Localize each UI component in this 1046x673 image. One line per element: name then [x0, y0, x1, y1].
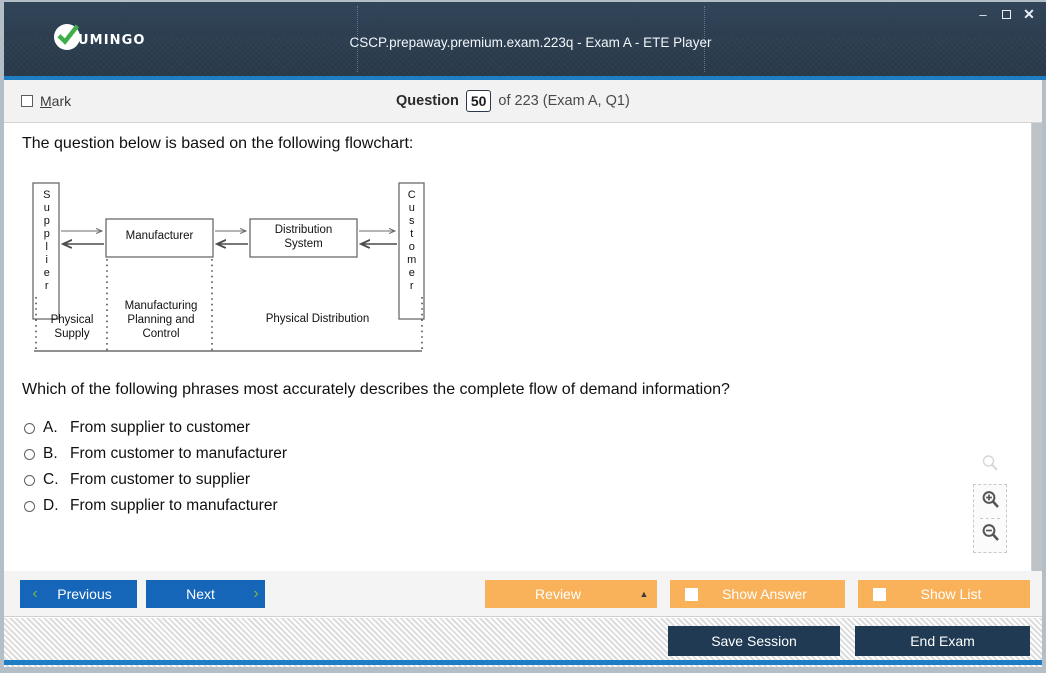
question-total-text: of 223 (Exam A, Q1) — [498, 93, 630, 109]
show-answer-checkbox[interactable] — [685, 587, 698, 601]
question-counter: Question 50 of 223 (Exam A, Q1) — [396, 90, 630, 112]
option-c-letter: C. — [43, 471, 59, 488]
previous-button-label: Previous — [57, 586, 112, 602]
zone-physical-supply-line2: Supply — [54, 328, 90, 340]
title-bar: UMINGO CSCP.prepaway.premium.exam.223q -… — [4, 2, 1046, 76]
close-icon[interactable]: ✕ — [1022, 7, 1036, 21]
zone-mpc-line1: Manufacturing — [124, 300, 198, 312]
flow-zone-mpc: Manufacturing Planning and Control — [111, 299, 211, 341]
review-button-label: Review — [535, 586, 581, 602]
zoom-tools — [973, 454, 1007, 553]
check-circle-icon — [54, 24, 80, 50]
navigation-button-bar: ‹ Previous Next › Review ▲ Show Answer S… — [4, 571, 1042, 617]
mark-accelerator: M — [40, 93, 52, 109]
zoom-in-icon[interactable] — [981, 490, 1000, 514]
option-b-letter: B. — [43, 445, 58, 462]
previous-button[interactable]: ‹ Previous — [20, 580, 137, 608]
next-button[interactable]: Next › — [146, 580, 265, 608]
option-d-letter: D. — [43, 497, 59, 514]
mark-checkbox[interactable]: Mark — [21, 93, 71, 109]
flow-zone-physical-distribution: Physical Distribution — [265, 313, 370, 325]
footer-accent-rule — [4, 660, 1042, 665]
option-c-text: From customer to supplier — [70, 471, 251, 488]
chevron-right-icon: › — [253, 585, 259, 602]
flow-node-manufacturer: Manufacturer — [125, 230, 194, 242]
content-right-frame — [1032, 123, 1042, 571]
flow-zone-physical-supply: Physical Supply — [36, 313, 108, 341]
zone-mpc-line2: Planning and — [127, 314, 195, 326]
radio-option-c[interactable] — [24, 474, 35, 486]
flow-node-distribution-line2: System — [284, 238, 323, 250]
option-d-text: From supplier to manufacturer — [70, 497, 278, 514]
show-list-button[interactable]: Show List — [858, 580, 1030, 608]
show-list-label: Show List — [920, 586, 982, 602]
vumingo-logo: UMINGO — [54, 24, 149, 50]
question-prompt: Which of the following phrases most accu… — [22, 381, 730, 398]
flow-node-distribution: Distribution System — [250, 223, 357, 251]
option-a-text: From supplier to customer — [70, 419, 251, 436]
radio-option-d[interactable] — [24, 500, 35, 512]
mark-rest: ark — [51, 93, 72, 109]
show-list-checkbox[interactable] — [873, 587, 886, 601]
flow-node-distribution-line1: Distribution — [274, 224, 333, 236]
ete-player-window: UMINGO CSCP.prepaway.premium.exam.223q -… — [0, 0, 1046, 673]
flow-node-customer: Customer — [405, 189, 418, 293]
supply-chain-flowchart: Supplier Manufacturer Distribution Syste… — [28, 179, 428, 361]
radio-option-b[interactable] — [24, 448, 35, 460]
radio-option-a[interactable] — [24, 422, 35, 434]
option-b-text: From customer to manufacturer — [70, 445, 288, 462]
answer-option-b[interactable]: B. From customer to manufacturer — [24, 445, 287, 463]
answer-option-a[interactable]: A. From supplier to customer — [24, 419, 287, 437]
chevron-left-icon: ‹ — [32, 585, 38, 602]
minimize-icon[interactable]: – — [976, 7, 990, 21]
question-counter-label: Question — [396, 93, 459, 109]
zoom-panel-divider — [980, 518, 1000, 519]
caret-up-icon: ▲ — [639, 589, 649, 599]
mark-label: Mark — [40, 93, 71, 109]
next-button-label: Next — [186, 586, 215, 602]
end-exam-button[interactable]: End Exam — [855, 626, 1030, 656]
intro-text: The question below is based on the follo… — [22, 135, 414, 152]
magnifier-icon — [981, 454, 999, 477]
zoom-buttons-panel — [973, 484, 1007, 553]
zone-physical-supply-line1: Physical — [50, 314, 94, 326]
review-dropdown-button[interactable]: Review ▲ — [485, 580, 657, 608]
question-status-bar: Mark Question 50 of 223 (Exam A, Q1) — [4, 80, 1042, 123]
zoom-out-icon[interactable] — [981, 523, 1000, 547]
flow-node-supplier: Supplier — [40, 189, 53, 293]
show-answer-label: Show Answer — [722, 586, 807, 602]
answer-option-d[interactable]: D. From supplier to manufacturer — [24, 497, 287, 515]
answer-options-list: A. From supplier to customer B. From cus… — [24, 419, 287, 515]
mark-checkbox-box[interactable] — [21, 95, 33, 107]
question-content-area: The question below is based on the follo… — [4, 123, 1032, 571]
maximize-icon[interactable] — [999, 7, 1013, 21]
answer-option-c[interactable]: C. From customer to supplier — [24, 471, 287, 489]
window-title: CSCP.prepaway.premium.exam.223q - Exam A… — [349, 34, 712, 50]
window-controls: – ✕ — [976, 7, 1036, 21]
question-number-input[interactable]: 50 — [465, 90, 492, 112]
option-a-letter: A. — [43, 419, 58, 436]
show-answer-button[interactable]: Show Answer — [670, 580, 845, 608]
save-session-button[interactable]: Save Session — [668, 626, 840, 656]
zone-mpc-line3: Control — [142, 328, 180, 340]
logo-wordmark: UMINGO — [78, 32, 146, 48]
